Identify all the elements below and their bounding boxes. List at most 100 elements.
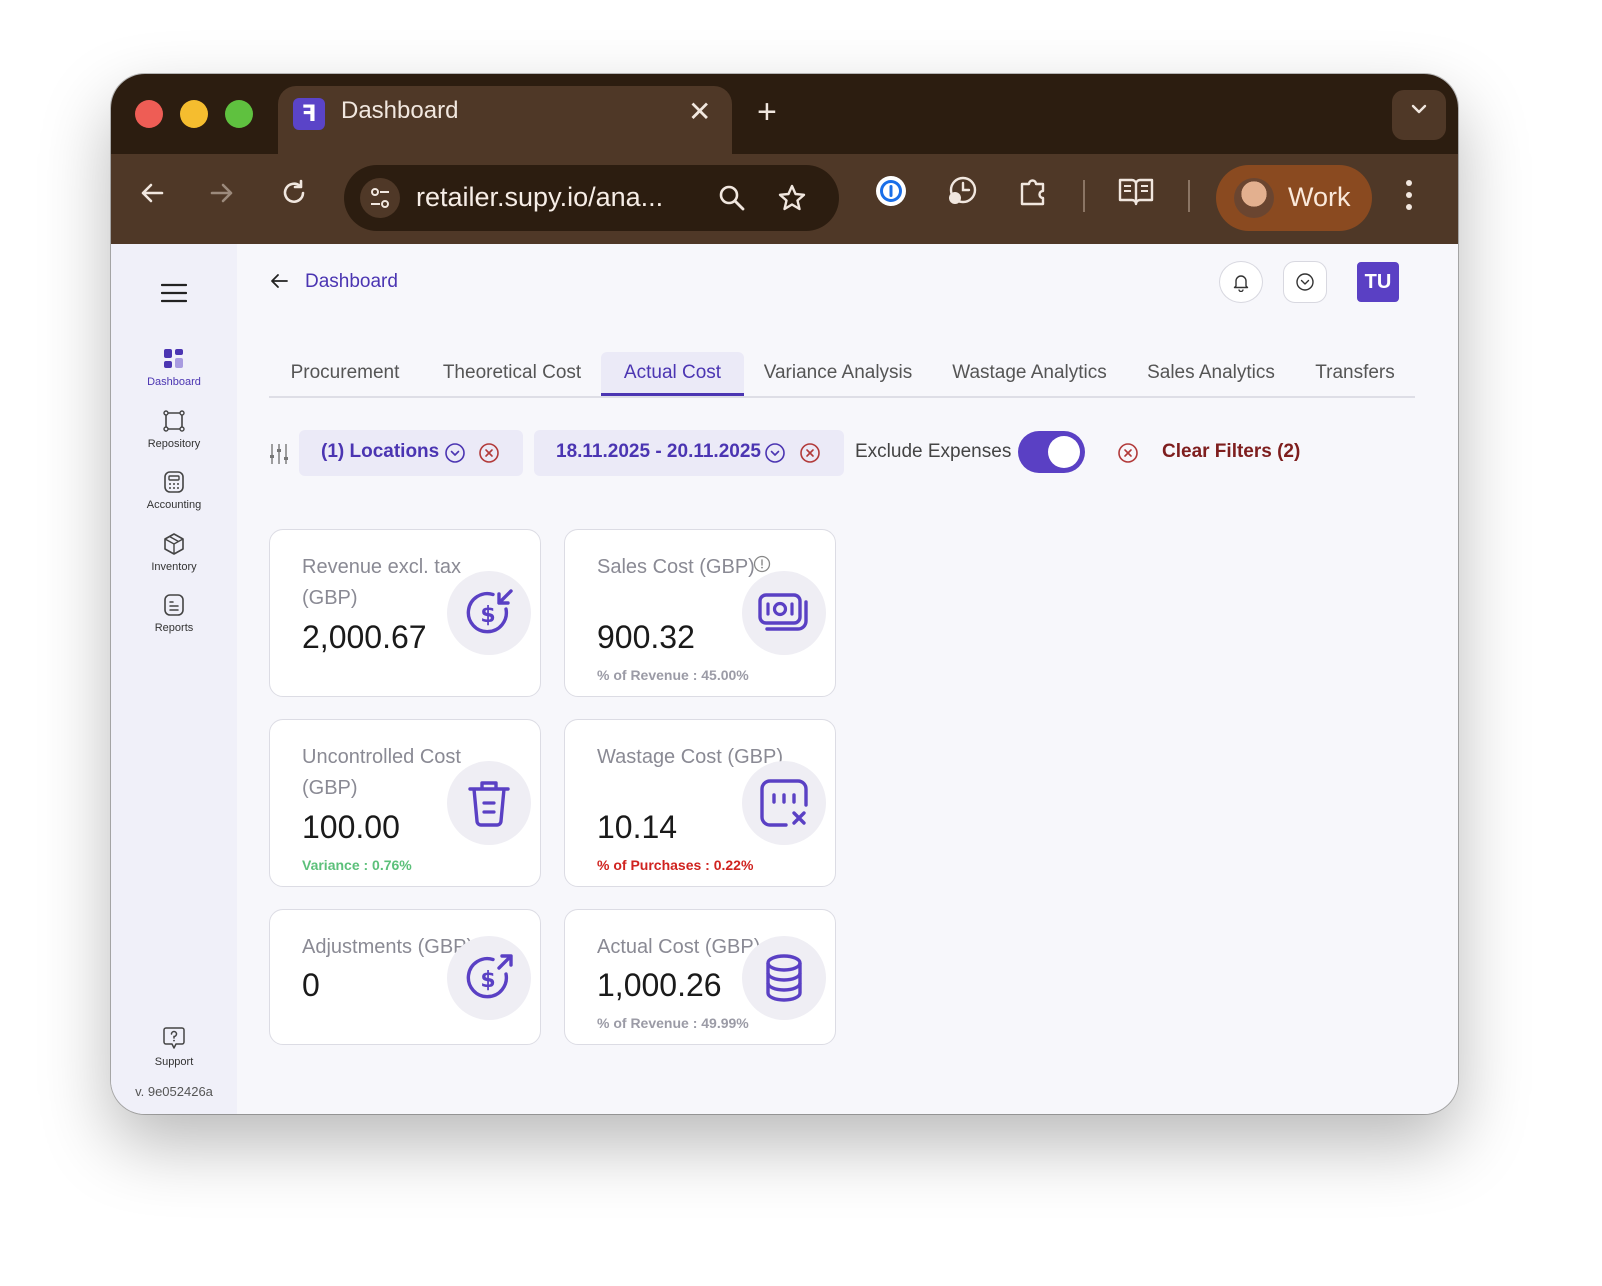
tab-strip: ꟻ Dashboard ✕ + bbox=[111, 74, 1458, 154]
bookmark-star-icon[interactable] bbox=[776, 182, 808, 214]
dollar-incoming-icon: $ bbox=[466, 589, 513, 634]
maximize-window-button[interactable] bbox=[225, 100, 253, 128]
sidebar-item-accounting[interactable]: Accounting bbox=[111, 471, 237, 511]
tab-actual-cost[interactable]: Actual Cost bbox=[601, 352, 744, 396]
clear-circle-icon[interactable] bbox=[799, 442, 821, 464]
zoom-icon[interactable] bbox=[716, 182, 748, 214]
hamburger-menu-icon[interactable] bbox=[161, 282, 187, 304]
user-avatar[interactable]: TU bbox=[1357, 262, 1399, 302]
report-icon bbox=[164, 594, 184, 616]
extensions-puzzle-icon[interactable] bbox=[1016, 174, 1050, 208]
forward-button[interactable] bbox=[207, 178, 237, 219]
back-button[interactable] bbox=[137, 178, 167, 219]
breadcrumb[interactable]: Dashboard bbox=[305, 271, 398, 293]
profile-avatar bbox=[1234, 178, 1274, 218]
sidebar-item-reports[interactable]: Reports bbox=[111, 594, 237, 634]
close-window-button[interactable] bbox=[135, 100, 163, 128]
reading-mode-icon[interactable] bbox=[1117, 174, 1155, 208]
sidebar-item-label: Support bbox=[154, 1056, 194, 1068]
address-bar[interactable]: retailer.supy.io/ana... bbox=[344, 165, 839, 231]
minimize-window-button[interactable] bbox=[180, 100, 208, 128]
reload-button[interactable] bbox=[279, 178, 309, 219]
metric-card-adjustments: Adjustments (GBP) 0 $ bbox=[269, 909, 541, 1045]
card-icon-circle bbox=[447, 761, 531, 845]
metric-card-uncontrolled-cost: Uncontrolled Cost (GBP) 100.00 Variance … bbox=[269, 719, 541, 887]
tab-procurement[interactable]: Procurement bbox=[269, 352, 421, 396]
chevron-down-circle-icon[interactable] bbox=[444, 442, 466, 464]
analytics-tabs: Procurement Theoretical Cost Actual Cost… bbox=[269, 352, 1415, 398]
card-subtext: % of Purchases : 0.22% bbox=[597, 857, 754, 873]
card-value: 100.00 bbox=[302, 809, 400, 845]
dollar-outgoing-icon: $ bbox=[466, 954, 513, 999]
arrow-left-icon bbox=[141, 183, 164, 203]
metric-card-sales-cost: Sales Cost (GBP) 900.32 % of Revenue : 4… bbox=[564, 529, 836, 697]
metric-card-revenue: Revenue excl. tax (GBP) 2,000.67 $ bbox=[269, 529, 541, 697]
box-icon bbox=[164, 533, 184, 555]
clear-circle-icon[interactable] bbox=[478, 442, 500, 464]
site-settings-button[interactable] bbox=[360, 178, 400, 218]
chevron-down-circle-icon[interactable] bbox=[764, 442, 786, 464]
card-value: 0 bbox=[302, 967, 320, 1003]
clear-filters-button[interactable]: Clear Filters (2) bbox=[1162, 441, 1300, 463]
main-content: Dashboard TU Procurement Theoretical Cos… bbox=[237, 244, 1458, 1114]
account-dropdown-button[interactable] bbox=[1283, 261, 1327, 303]
calculator-icon bbox=[164, 471, 184, 493]
url-text[interactable]: retailer.supy.io/ana... bbox=[416, 182, 663, 213]
reload-icon bbox=[283, 179, 305, 203]
password-manager-icon[interactable] bbox=[874, 174, 908, 208]
sidebar-item-label: Accounting bbox=[146, 499, 202, 511]
sidebar-item-dashboard[interactable]: Dashboard bbox=[111, 348, 237, 388]
notifications-button[interactable] bbox=[1219, 261, 1263, 303]
card-icon-circle bbox=[742, 571, 826, 655]
trash-icon bbox=[468, 781, 510, 827]
sidebar: Dashboard Repository Accounting Inventor… bbox=[111, 244, 237, 1114]
supy-favicon-icon: ꟻ bbox=[293, 98, 325, 130]
card-icon-circle bbox=[742, 936, 826, 1020]
card-value: 2,000.67 bbox=[302, 619, 427, 655]
sidebar-item-repository[interactable]: Repository bbox=[111, 410, 237, 450]
svg-text:$: $ bbox=[480, 968, 495, 993]
tab-wastage-analytics[interactable]: Wastage Analytics bbox=[932, 352, 1127, 396]
locations-filter[interactable]: (1) Locations bbox=[299, 430, 523, 476]
tab-close-icon[interactable]: ✕ bbox=[688, 94, 711, 130]
metric-card-wastage-cost: Wastage Cost (GBP) 10.14 % of Purchases … bbox=[564, 719, 836, 887]
tab-search-button[interactable] bbox=[1392, 90, 1446, 140]
tab-sales-analytics[interactable]: Sales Analytics bbox=[1129, 352, 1293, 396]
date-range-filter[interactable]: 18.11.2025 - 20.11.2025 bbox=[534, 430, 844, 476]
chevron-down-icon bbox=[1411, 104, 1427, 114]
metric-card-actual-cost: Actual Cost (GBP) 1,000.26 % of Revenue … bbox=[564, 909, 836, 1045]
card-value: 10.14 bbox=[597, 809, 678, 845]
info-icon[interactable] bbox=[753, 555, 771, 573]
arrow-left-icon[interactable] bbox=[269, 271, 289, 291]
card-subtext: Variance : 0.76% bbox=[302, 857, 412, 873]
app-version: v. 9e052426a bbox=[135, 1084, 213, 1099]
new-tab-button[interactable]: + bbox=[757, 92, 777, 132]
toolbar-separator bbox=[1188, 180, 1190, 212]
support-chat-icon bbox=[163, 1027, 185, 1049]
svg-text:$: $ bbox=[480, 603, 495, 628]
profile-name: Work bbox=[1288, 182, 1351, 212]
sidebar-item-inventory[interactable]: Inventory bbox=[111, 533, 237, 573]
tab-transfers[interactable]: Transfers bbox=[1295, 352, 1415, 396]
browser-tab[interactable]: ꟻ Dashboard ✕ bbox=[278, 86, 732, 154]
profile-button[interactable]: Work bbox=[1216, 165, 1372, 231]
browser-menu-icon[interactable] bbox=[1405, 180, 1413, 216]
exclude-expenses-toggle[interactable] bbox=[1018, 431, 1085, 473]
card-icon-circle bbox=[742, 761, 826, 845]
card-value: 900.32 bbox=[597, 619, 695, 655]
sidebar-item-label: Inventory bbox=[151, 561, 197, 573]
dashboard-icon bbox=[164, 349, 183, 368]
filter-sliders-icon[interactable] bbox=[269, 443, 289, 465]
sidebar-item-label: Repository bbox=[147, 438, 201, 450]
card-subtext: % of Revenue : 45.00% bbox=[597, 667, 749, 683]
clear-filters-icon[interactable] bbox=[1117, 442, 1139, 464]
card-icon-circle: $ bbox=[447, 936, 531, 1020]
chevron-down-circle-icon bbox=[1296, 273, 1314, 291]
locations-filter-label: (1) Locations bbox=[321, 441, 440, 462]
tab-variance-analysis[interactable]: Variance Analysis bbox=[746, 352, 930, 396]
sidebar-item-support[interactable]: Support bbox=[111, 1026, 237, 1068]
browser-window: ꟻ Dashboard ✕ + retailer.supy.io/ana... bbox=[111, 74, 1458, 1114]
history-extension-icon[interactable] bbox=[945, 174, 979, 208]
toolbar-separator bbox=[1083, 180, 1085, 212]
tab-theoretical-cost[interactable]: Theoretical Cost bbox=[423, 352, 601, 396]
